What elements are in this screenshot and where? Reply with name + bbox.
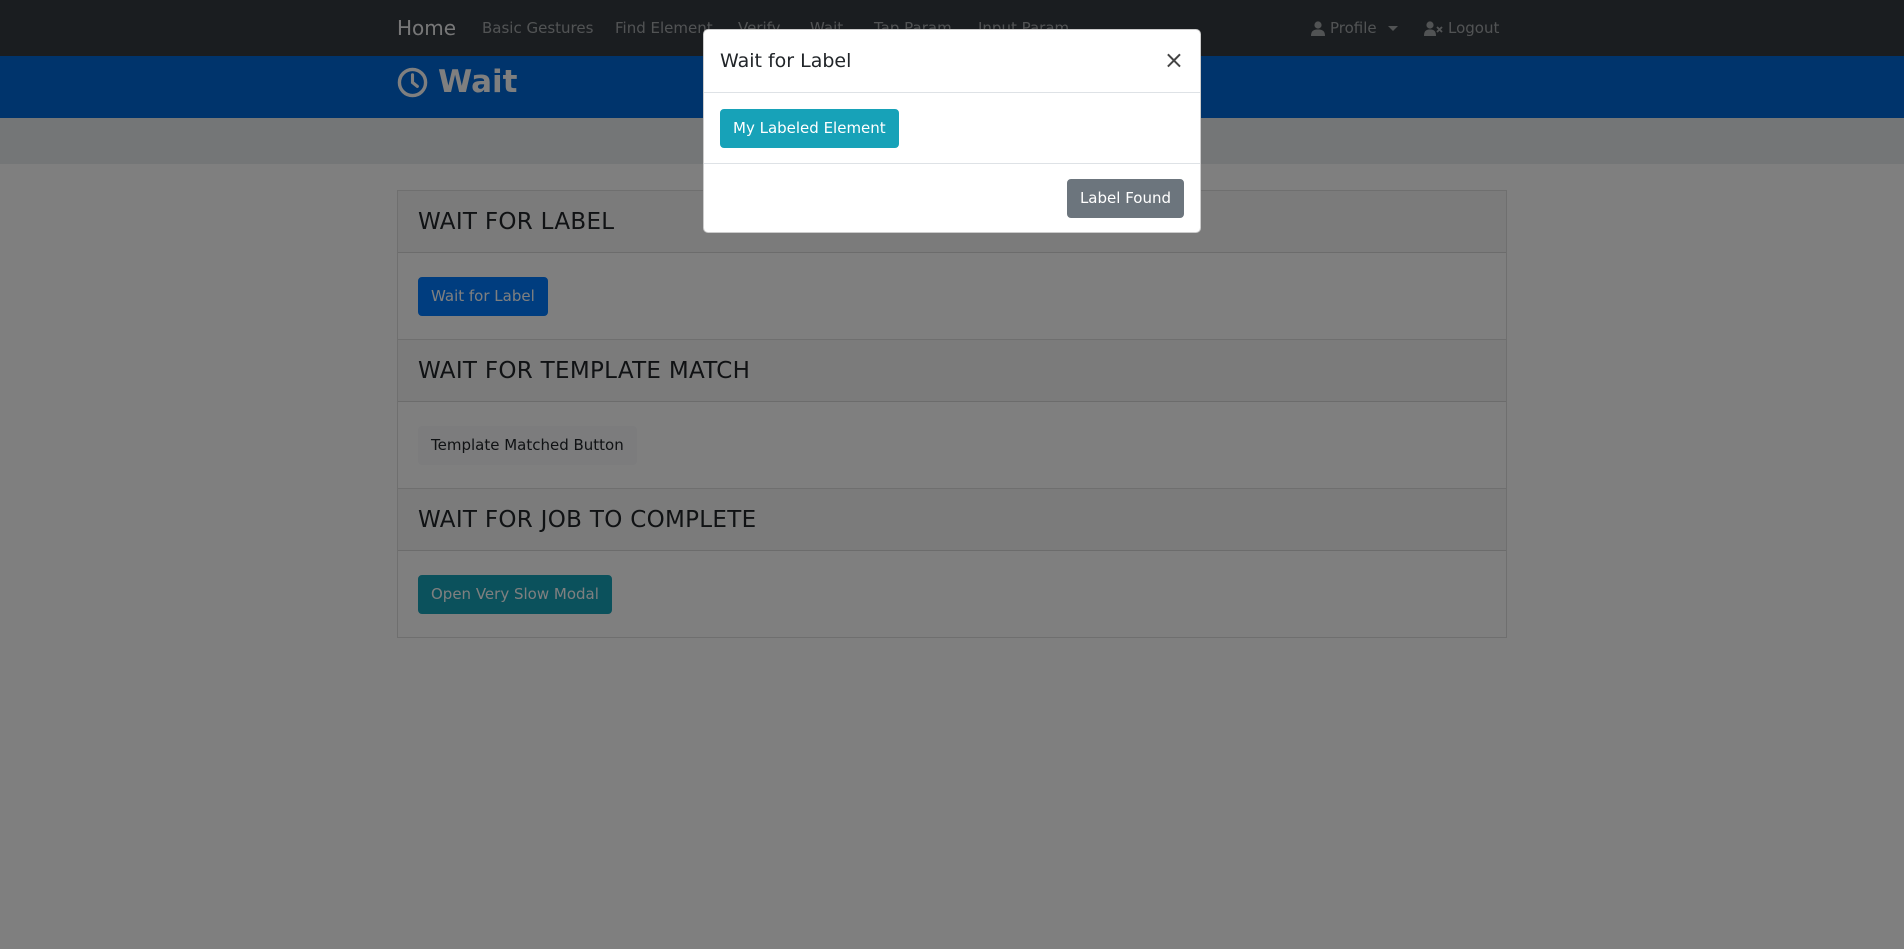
page: Home Basic Gestures Find Element Verify … — [0, 0, 1904, 949]
wait-for-label-modal: Wait for Label × My Labeled Element Labe… — [703, 29, 1201, 233]
my-labeled-element-button[interactable]: My Labeled Element — [720, 108, 899, 148]
modal-footer: Label Found — [704, 164, 1200, 233]
modal-title: Wait for Label — [720, 50, 852, 72]
modal-header: Wait for Label × — [704, 30, 1200, 93]
close-icon[interactable]: × — [1164, 48, 1184, 72]
modal-body: My Labeled Element — [704, 93, 1200, 164]
label-found-button[interactable]: Label Found — [1066, 179, 1184, 218]
